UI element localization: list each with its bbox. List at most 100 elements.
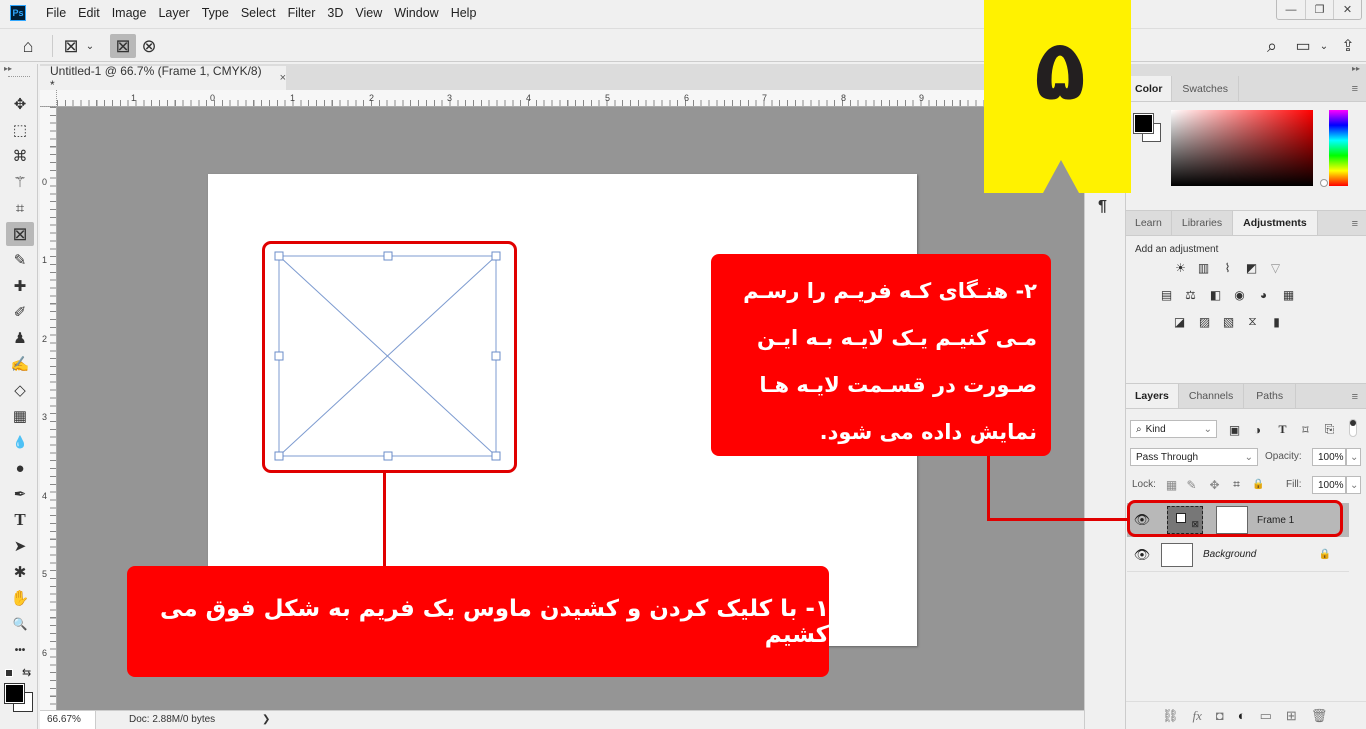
lock-artboard-icon[interactable]: ⌗ [1229,477,1244,491]
layer-style-icon[interactable]: fx [1193,708,1202,724]
menu-help[interactable]: Help [451,6,477,20]
color-field[interactable] [1171,110,1313,186]
filter-pixel-icon[interactable]: ▣ [1227,423,1242,437]
delete-layer-icon[interactable]: 🗑 [1311,708,1328,724]
tab-paths[interactable]: Paths [1244,384,1297,408]
color-balance-icon[interactable]: ⚖ [1183,288,1198,302]
exposure-icon[interactable]: ◩ [1244,261,1259,275]
color-lookup-icon[interactable]: ▦ [1281,288,1296,302]
menu-image[interactable]: Image [112,6,147,20]
panel-menu-icon[interactable]: ≡ [1352,218,1358,230]
selective-color-icon[interactable]: ⧖ [1245,314,1260,328]
ellipse-frame-icon[interactable]: ⊗ [138,34,160,58]
restore-button[interactable]: ❐ [1305,0,1333,19]
hue-saturation-icon[interactable]: ▤ [1159,288,1174,302]
brightness-contrast-icon[interactable]: ☀ [1173,261,1188,275]
healing-brush-tool[interactable]: ✚ [6,274,34,298]
opacity-dropdown-icon[interactable]: ⌄ [1346,448,1361,466]
close-button[interactable]: ✕ [1333,0,1361,19]
hue-slider[interactable] [1329,110,1348,186]
tab-channels[interactable]: Channels [1179,384,1245,408]
frame-tool[interactable]: ⊠ [6,222,34,246]
history-brush-tool[interactable]: ✍ [6,352,34,376]
zoom-level-field[interactable]: 66.67% [40,711,96,729]
crop-tool[interactable]: ⌗ [6,196,34,220]
tab-adjustments[interactable]: Adjustments [1233,211,1318,235]
fill-input[interactable]: 100% [1312,476,1346,494]
menu-type[interactable]: Type [202,6,229,20]
swap-colors-icon[interactable]: ⇆ [22,666,31,679]
document-tab[interactable]: Untitled-1 @ 66.7% (Frame 1, CMYK/8) * × [40,64,286,92]
tab-learn[interactable]: Learn [1126,211,1172,235]
panel-menu-icon[interactable]: ≡ [1352,391,1358,403]
curves-icon[interactable]: ⌇ [1220,261,1235,275]
filter-shape-icon[interactable]: ⌑ [1298,423,1313,437]
share-icon[interactable]: ⇪ [1336,34,1360,58]
grip-handle[interactable] [8,76,30,79]
pen-tool[interactable]: ✒ [6,482,34,506]
tab-layers[interactable]: Layers [1126,384,1179,408]
foreground-color-swatch[interactable] [4,683,25,704]
invert-icon[interactable]: ◪ [1172,315,1187,329]
brush-tool[interactable]: ✐ [6,300,34,324]
new-adjustment-layer-icon[interactable]: ◐ [1238,708,1246,723]
photo-filter-icon[interactable]: ◉ [1232,288,1247,302]
add-mask-icon[interactable]: ◘ [1216,708,1224,723]
blend-mode-select[interactable]: Pass Through ⌄ [1130,448,1258,466]
frame-tool-preset-icon[interactable]: ⊠ [60,34,82,58]
new-group-icon[interactable]: ▭ [1260,708,1272,724]
minimize-button[interactable]: — [1277,0,1305,19]
layer-row-background[interactable]: 👁 Background 🔒 [1127,538,1349,572]
more-tools-icon[interactable]: ••• [6,638,34,662]
type-tool[interactable]: T [6,508,34,532]
zoom-tool[interactable]: 🔍 [6,612,34,636]
gradient-map-icon[interactable]: ▮ [1269,315,1284,329]
path-selection-tool[interactable]: ➤ [6,534,34,558]
levels-icon[interactable]: ▥ [1196,261,1211,275]
threshold-icon[interactable]: ▧ [1221,315,1236,329]
menu-select[interactable]: Select [241,6,276,20]
opacity-input[interactable]: 100% [1312,448,1346,466]
shape-tool[interactable]: ✱ [6,560,34,584]
lock-all-icon[interactable]: 🔒 [1251,478,1266,491]
lock-image-icon[interactable]: ✎ [1184,478,1199,492]
search-icon[interactable]: ⌕ [1262,34,1282,58]
chevron-down-icon[interactable]: ⌄ [84,34,96,58]
tab-color[interactable]: Color [1126,76,1173,101]
lock-position-icon[interactable]: ✥ [1207,478,1222,492]
close-tab-icon[interactable]: × [280,72,286,84]
menu-filter[interactable]: Filter [288,6,316,20]
move-tool[interactable]: ✥ [6,92,34,116]
menu-window[interactable]: Window [394,6,438,20]
home-icon[interactable]: ⌂ [14,34,42,58]
hue-slider-handle[interactable] [1320,179,1328,187]
marquee-tool[interactable]: ⬚ [6,118,34,142]
clone-stamp-tool[interactable]: ♟ [6,326,34,350]
fill-dropdown-icon[interactable]: ⌄ [1346,476,1361,494]
black-white-icon[interactable]: ◧ [1208,288,1223,302]
new-layer-icon[interactable]: ⊞ [1286,708,1297,724]
collapse-icon[interactable]: ▸▸ [4,64,12,73]
paragraph-panel-icon[interactable]: ¶ [1098,198,1107,216]
menu-3d[interactable]: 3D [327,6,343,20]
chevron-down-icon[interactable]: ⌄ [1318,34,1330,58]
dodge-tool[interactable]: ● [6,456,34,480]
tab-swatches[interactable]: Swatches [1172,76,1239,101]
link-layers-icon[interactable]: ⛓ [1162,708,1179,724]
eyedropper-tool[interactable]: ✎ [6,248,34,272]
posterize-icon[interactable]: ▨ [1197,315,1212,329]
blur-tool[interactable]: 💧 [6,430,34,454]
menu-layer[interactable]: Layer [158,6,189,20]
layer-filter-select[interactable]: ⌕ Kind ⌄ [1130,420,1217,438]
lasso-tool[interactable]: ⌘ [6,144,34,168]
filter-toggle[interactable] [1349,419,1357,437]
vibrance-icon[interactable]: ▽ [1268,261,1283,275]
default-colors-icon[interactable] [5,669,13,677]
channel-mixer-icon[interactable]: ◕ [1256,288,1271,302]
workspace-icon[interactable]: ▭ [1292,34,1314,58]
lock-transparent-icon[interactable]: ▦ [1164,478,1179,492]
filter-adjustment-icon[interactable]: ◑ [1250,423,1265,437]
menu-file[interactable]: File [46,6,66,20]
panel-menu-icon[interactable]: ≡ [1352,83,1358,95]
hand-tool[interactable]: ✋ [6,586,34,610]
